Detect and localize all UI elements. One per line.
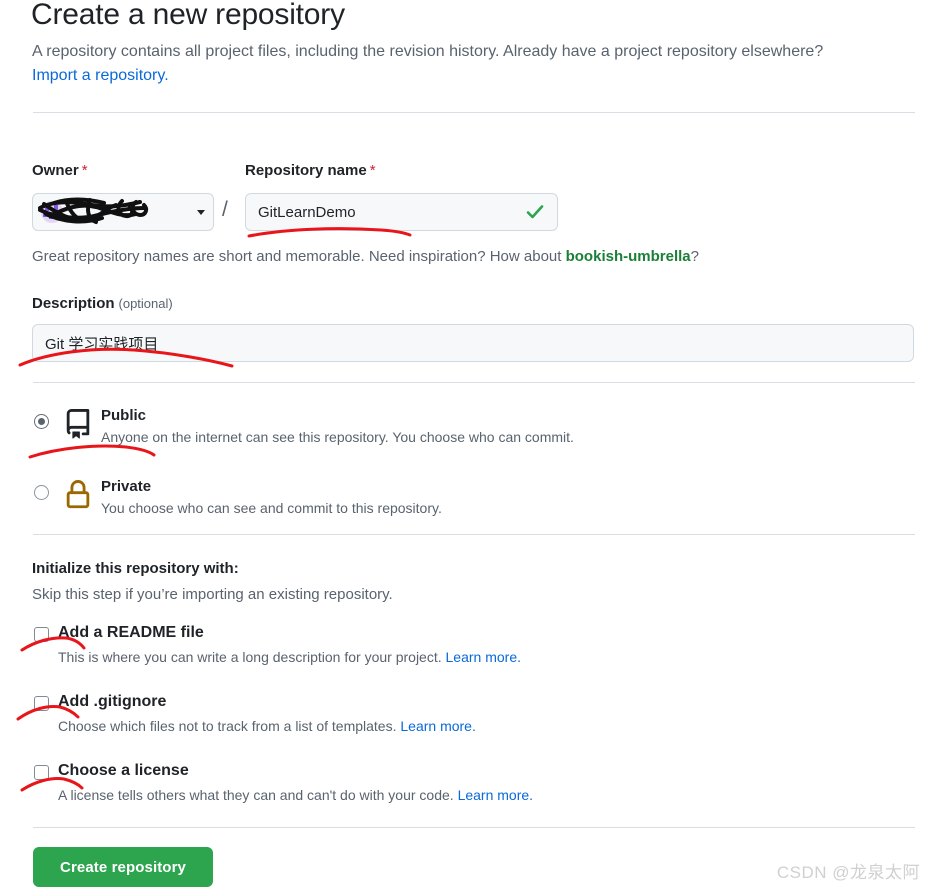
visibility-public-title: Public (101, 407, 147, 424)
repository-name-value: GitLearnDemo (258, 203, 356, 221)
initialize-license-description: A license tells others what they can and… (58, 787, 533, 803)
repository-name-label: Repository name * (245, 162, 376, 179)
checkbox-license[interactable] (34, 765, 49, 780)
owner-label: Owner * (32, 162, 88, 179)
initialize-gitignore-description: Choose which files not to track from a l… (58, 718, 476, 734)
user-identicon-avatar (41, 201, 63, 223)
description-label: Description (optional) (32, 295, 173, 312)
divider-top (33, 112, 915, 113)
visibility-private-title: Private (101, 478, 152, 495)
create-repository-button[interactable]: Create repository (33, 847, 213, 887)
license-learn-more-link[interactable]: Learn more. (458, 787, 533, 803)
repository-name-hint-suffix: ? (690, 248, 699, 265)
initialize-gitignore-title: Add .gitignore (58, 693, 167, 710)
divider-footer (33, 827, 915, 828)
initialize-item-license[interactable]: Choose a license A license tells others … (32, 762, 912, 812)
initialize-section-subtitle: Skip this step if you’re importing an ex… (32, 586, 393, 603)
initialize-license-title: Choose a license (58, 762, 189, 779)
initialize-gitignore-description-text: Choose which files not to track from a l… (58, 718, 401, 734)
readme-learn-more-link[interactable]: Learn more. (446, 649, 521, 665)
csdn-watermark: CSDN @龙泉太阿 (776, 863, 920, 882)
owner-label-text: Owner (32, 162, 79, 179)
owner-dropdown[interactable] (32, 193, 214, 231)
check-icon (525, 202, 545, 222)
lock-icon (63, 480, 93, 510)
visibility-option-public[interactable]: Public Anyone on the internet can see th… (32, 404, 912, 456)
initialize-readme-description-text: This is where you can write a long descr… (58, 649, 446, 665)
visibility-public-description: Anyone on the internet can see this repo… (101, 429, 574, 445)
import-repository-link[interactable]: Import a repository. (32, 67, 169, 84)
repo-book-icon (63, 409, 93, 439)
gitignore-learn-more-link[interactable]: Learn more. (400, 718, 475, 734)
page-description-text: A repository contains all project files,… (32, 43, 824, 60)
page-description: A repository contains all project files,… (32, 40, 912, 88)
radio-private[interactable] (34, 485, 49, 500)
initialize-item-gitignore[interactable]: Add .gitignore Choose which files not to… (32, 693, 912, 743)
initialize-section-title: Initialize this repository with: (32, 560, 239, 577)
repository-name-input[interactable]: GitLearnDemo (245, 193, 558, 231)
initialize-license-description-text: A license tells others what they can and… (58, 787, 458, 803)
repository-name-label-text: Repository name (245, 162, 367, 179)
owner-repo-separator: / (222, 198, 228, 221)
initialize-readme-title: Add a README file (58, 624, 204, 641)
visibility-option-private[interactable]: Private You choose who can see and commi… (32, 475, 912, 527)
repository-name-hint: Great repository names are short and mem… (32, 248, 699, 265)
repository-name-required-marker: * (369, 162, 376, 179)
chevron-down-icon (197, 209, 205, 215)
divider-visibility (33, 534, 915, 535)
page-title: Create a new repository (31, 0, 345, 31)
visibility-private-description: You choose who can see and commit to thi… (101, 500, 442, 516)
initialize-item-readme[interactable]: Add a README file This is where you can … (32, 624, 912, 674)
repository-name-suggestion-link[interactable]: bookish-umbrella (566, 248, 691, 265)
owner-required-marker: * (81, 162, 88, 179)
checkbox-gitignore[interactable] (34, 696, 49, 711)
description-input[interactable]: Git 学习实践项目 (32, 324, 914, 362)
divider-description (33, 382, 915, 383)
create-repository-page: Create a new repository A repository con… (0, 0, 938, 889)
repository-name-hint-prefix: Great repository names are short and mem… (32, 248, 566, 265)
description-value: Git 学习实践项目 (45, 335, 159, 353)
radio-public[interactable] (34, 414, 49, 429)
description-optional-marker: (optional) (118, 296, 173, 311)
description-label-text: Description (32, 295, 115, 312)
initialize-readme-description: This is where you can write a long descr… (58, 649, 521, 665)
checkbox-readme[interactable] (34, 627, 49, 642)
